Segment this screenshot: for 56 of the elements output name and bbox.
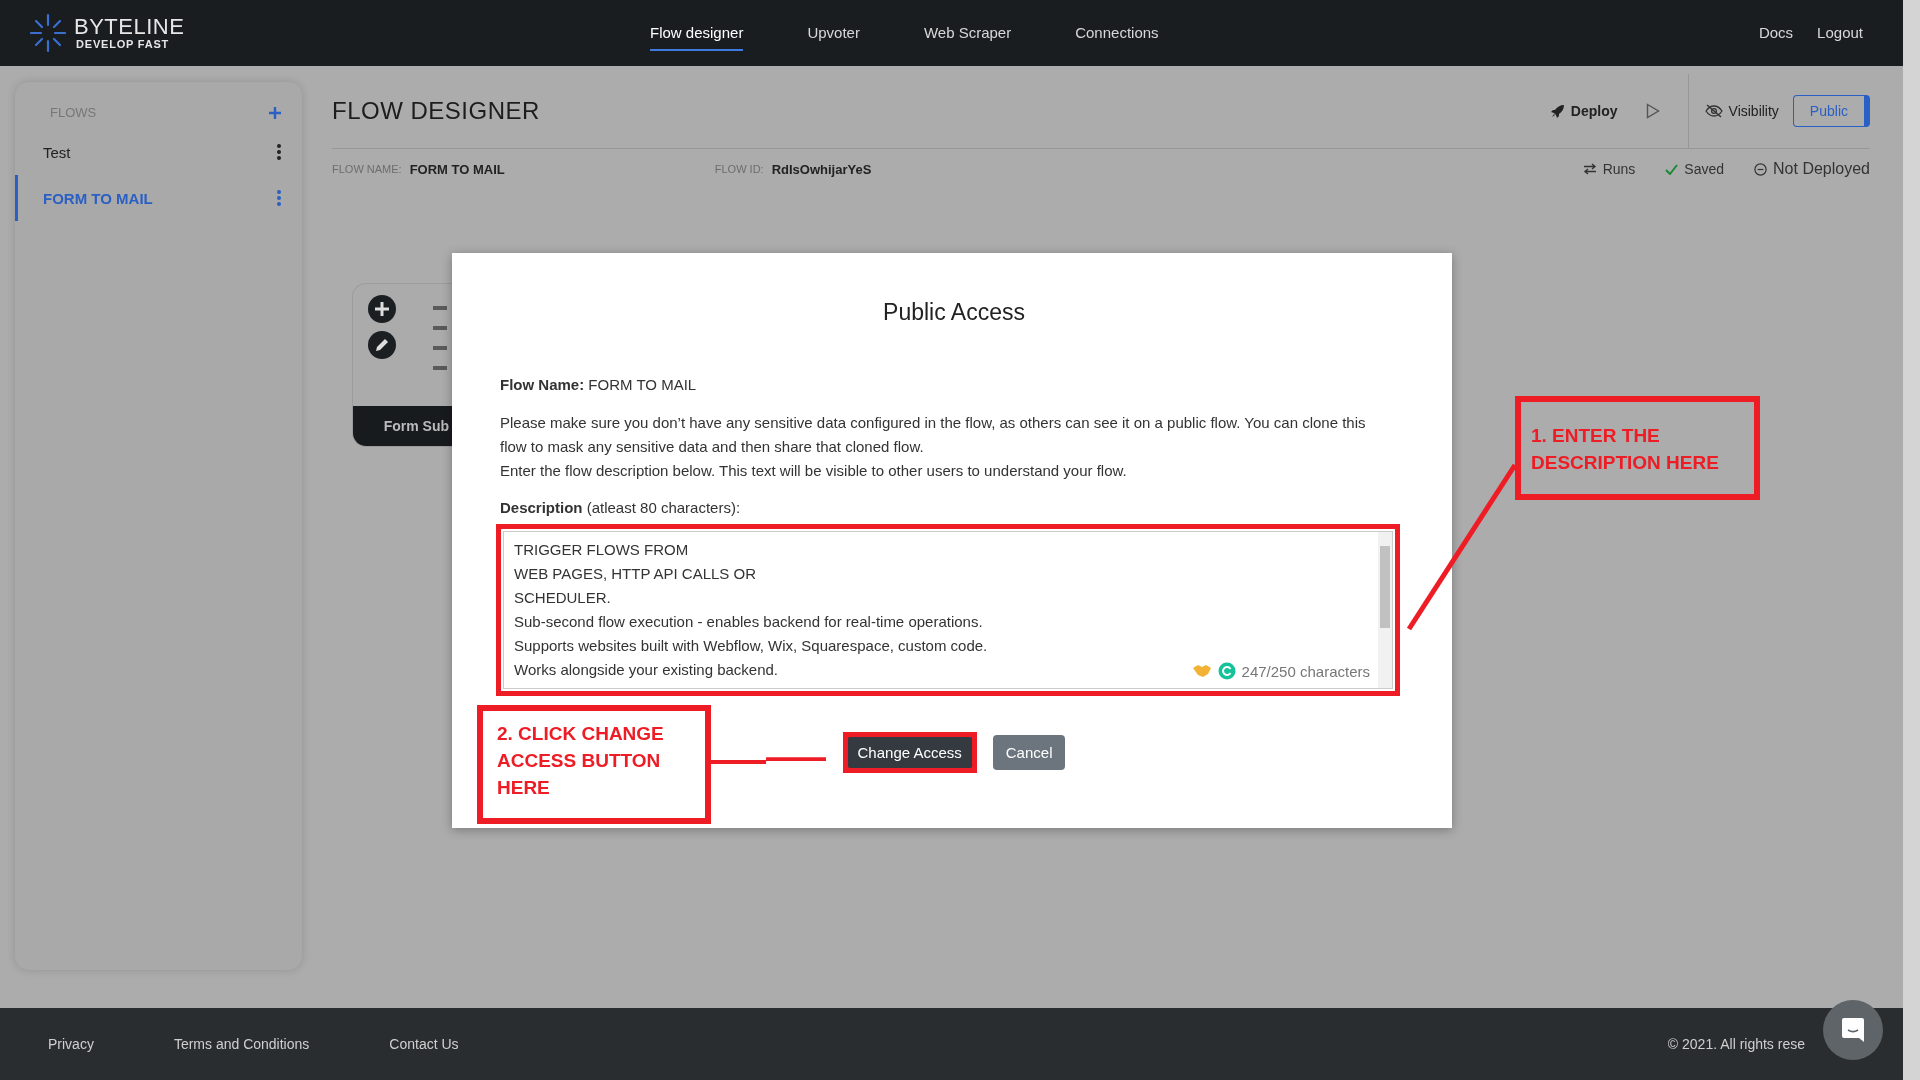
description-line: Supports websites built with Webflow, Wix, Squarespace, custom code.: [514, 636, 988, 656]
nav-tab[interactable]: Flow designer: [650, 15, 744, 51]
nav-tab[interactable]: Connections: [1075, 15, 1159, 51]
annotation-callout: 1. ENTER THE DESCRIPTION HERE: [1515, 396, 1760, 500]
bars-icon: [433, 306, 447, 372]
change-access-button[interactable]: Change Access: [847, 737, 972, 768]
annotation-callout: 2. CLICK CHANGE ACCESS BUTTON HERE: [477, 705, 711, 824]
flow-id-label: FLOW ID:: [714, 163, 764, 175]
flow-node-card[interactable]: Form Sub: [352, 283, 453, 447]
modal-paragraph: Enter the flow description below. This text will be visible to other users to understand your flow.: [500, 461, 1128, 481]
footer-link[interactable]: Privacy: [48, 1036, 94, 1052]
description-line: Sub-second flow execution - enables backend for real-time operations.: [514, 612, 983, 632]
description-line: WEB PAGES, HTTP API CALLS OR: [514, 564, 756, 584]
flow-id-value: RdIsOwhijarYeS: [771, 161, 872, 177]
add-icon[interactable]: [268, 105, 282, 120]
nav-tab[interactable]: Web Scraper: [923, 15, 1012, 51]
visibility-label: Visibility: [1704, 103, 1779, 119]
pencil-circle-icon[interactable]: [367, 330, 397, 360]
kebab-menu-icon[interactable]: [276, 143, 282, 161]
copyright-text: © 2021. All rights rese: [1667, 1036, 1806, 1052]
add-circle-icon[interactable]: [367, 294, 397, 324]
footer-link[interactable]: Terms and Conditions: [173, 1036, 310, 1052]
description-line: TRIGGER FLOWS FROM: [514, 540, 689, 560]
description-label: Description (atleast 80 characters):: [500, 499, 742, 516]
page-title: FLOW DESIGNER: [332, 97, 540, 125]
flow-name-value: FORM TO MAIL: [409, 161, 505, 177]
logo-tagline: DEVELOP FAST: [75, 38, 171, 50]
circle-g-icon: [1217, 662, 1236, 680]
modal-paragraph: Please make sure you don’t have any sensitive data configured in the flow, as others can see it on a public flow. You can clone this flow to mask any sensitive data and then share that cloned flow.: [500, 413, 1367, 457]
flow-name-label: FLOW NAME:: [332, 163, 402, 175]
footer-link[interactable]: Contact Us: [389, 1036, 459, 1052]
flow-list-item[interactable]: Test: [15, 129, 302, 175]
character-counter: 247/250 characters: [1241, 662, 1370, 680]
header-link[interactable]: Logout: [1817, 15, 1863, 51]
nav-tab[interactable]: Upvoter: [807, 15, 860, 51]
description-line: SCHEDULER.: [514, 588, 611, 608]
sparkle-logo-icon: [30, 13, 66, 53]
rocket-icon: [1550, 104, 1565, 118]
header-link[interactable]: Docs: [1758, 15, 1794, 51]
swap-arrows-icon: [1582, 163, 1597, 175]
runs-link[interactable]: Runs: [1582, 161, 1636, 177]
check-icon: [1665, 163, 1679, 175]
chat-bubble-icon: [1841, 1017, 1865, 1043]
flow-name-line: Flow Name: FORM TO MAIL: [500, 376, 698, 393]
cancel-button[interactable]: Cancel: [992, 735, 1066, 770]
description-line: Works alongside your existing backend.: [514, 660, 779, 680]
node-label: Form Sub: [383, 418, 449, 434]
eye-slash-icon: [1704, 104, 1723, 118]
modal-title: Public Access: [882, 299, 1026, 326]
deploy-button[interactable]: Deploy: [1550, 103, 1618, 119]
saved-status: Saved: [1665, 161, 1725, 177]
deploy-status: Not Deployed: [1754, 160, 1870, 178]
logo-name: BYTELINE: [74, 16, 185, 38]
field-scrollbar[interactable]: [1378, 532, 1392, 688]
minus-circle-icon: [1754, 162, 1768, 176]
play-icon[interactable]: [1645, 103, 1660, 119]
